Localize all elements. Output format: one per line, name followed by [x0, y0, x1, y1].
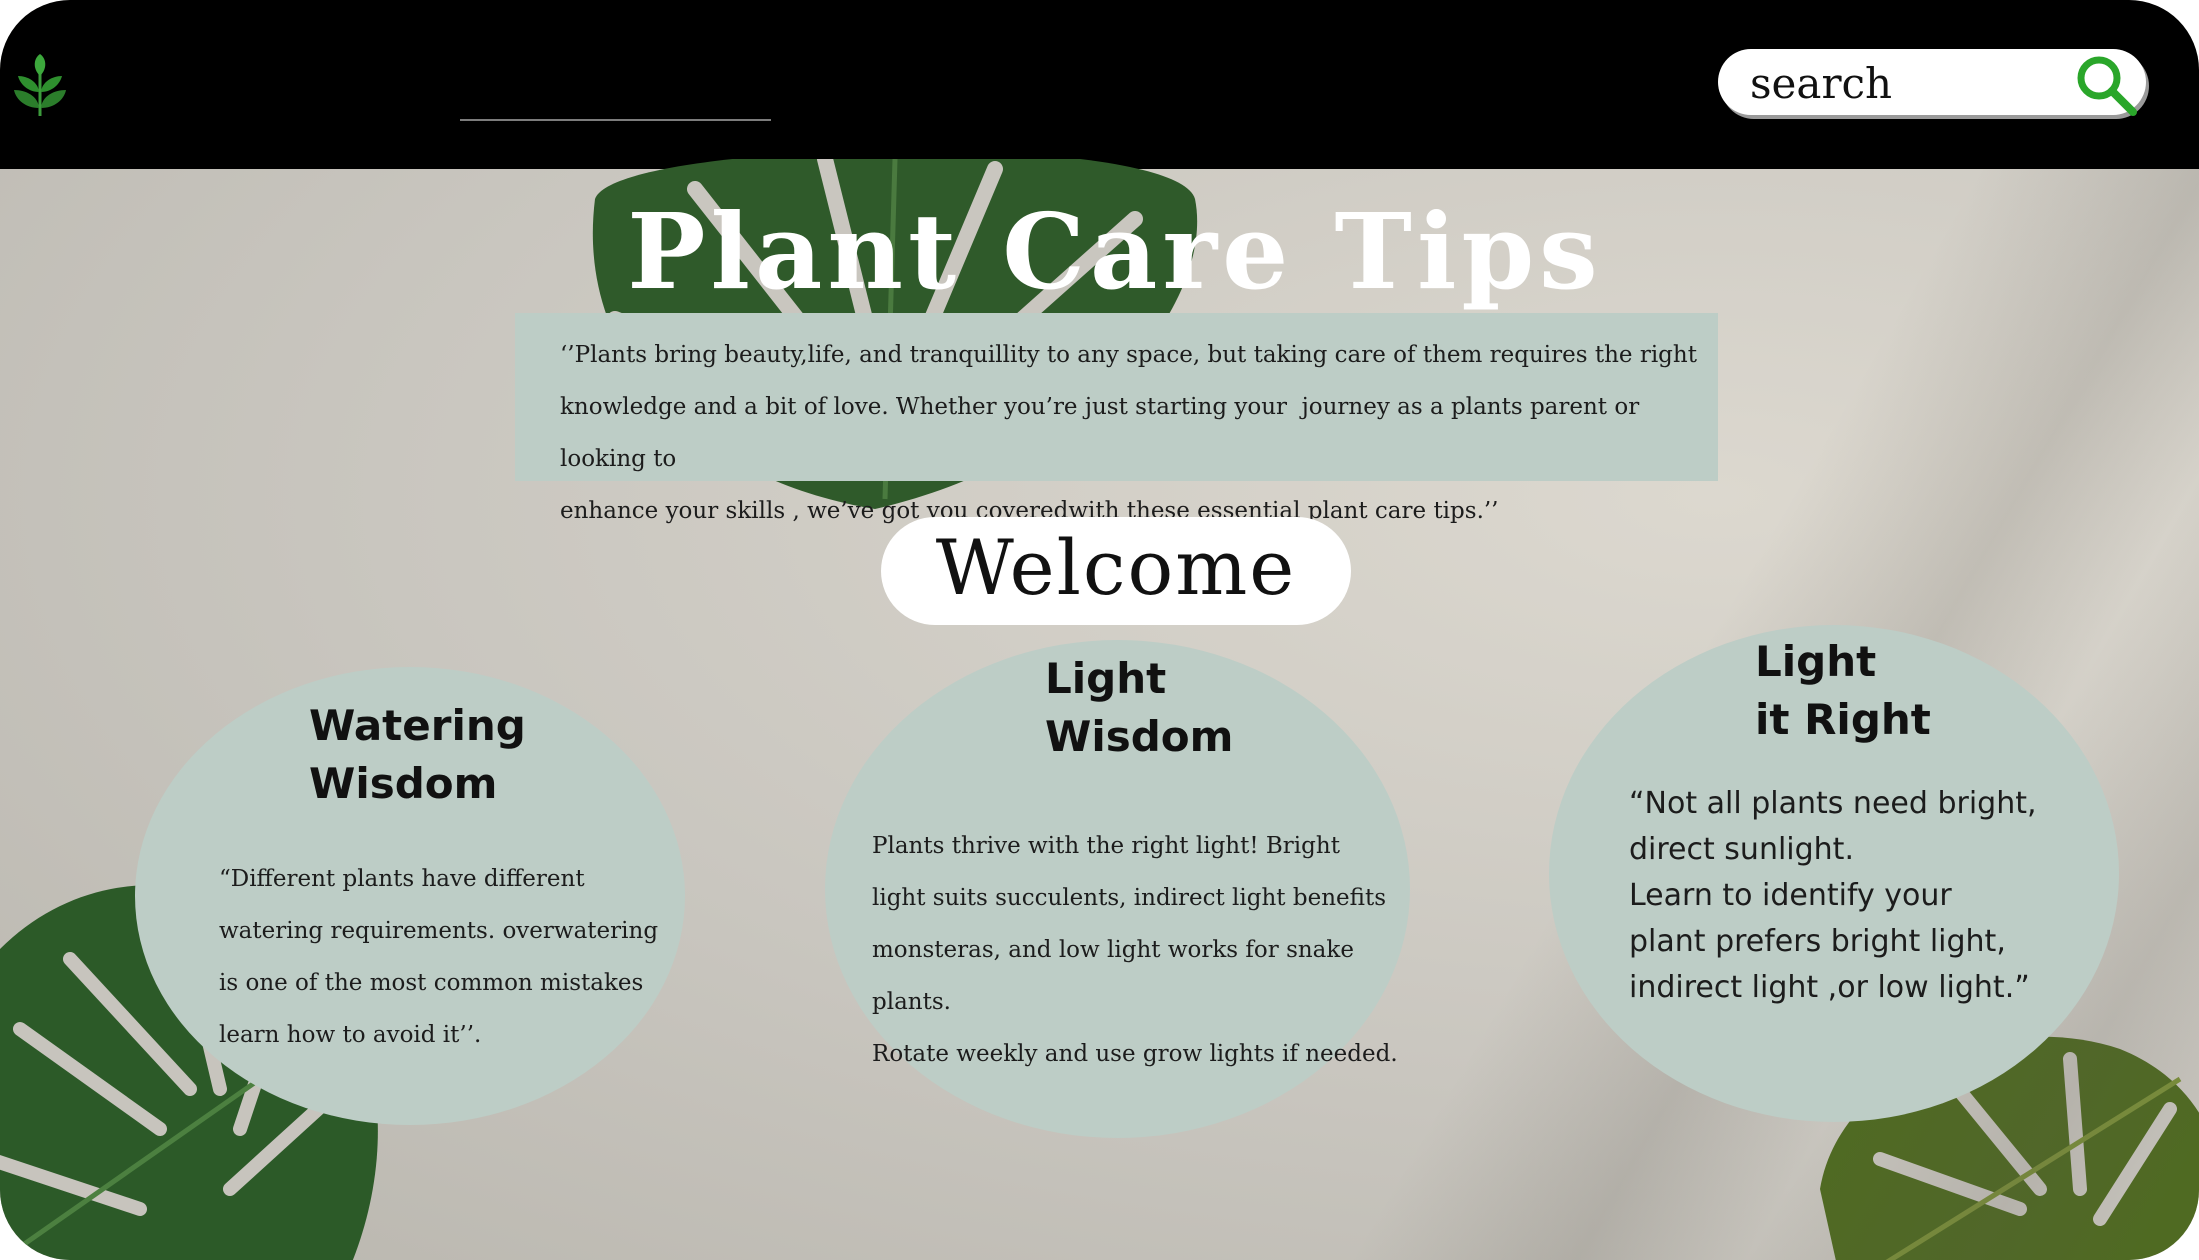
intro-box: ‘’Plants bring beauty,life, and tranquil…	[515, 313, 1718, 524]
card-light-wisdom[interactable]: Light Wisdom Plants thrive with the righ…	[825, 640, 1410, 1138]
card-light-it-right[interactable]: Light it Right “Not all plants need brig…	[1549, 625, 2119, 1122]
search-bar	[1718, 49, 2146, 118]
plant-logo-icon[interactable]	[12, 52, 68, 122]
card-title: Light it Right	[1755, 637, 1931, 744]
card-body: “Different plants have different waterin…	[219, 866, 659, 1048]
app-frame: Plant Care Tips ‘’Plants bring beauty,li…	[0, 0, 2199, 1260]
card-watering-wisdom[interactable]: Watering Wisdom “Different plants have d…	[135, 667, 685, 1125]
search-icon[interactable]	[2073, 52, 2139, 118]
nav-active-underline	[460, 119, 771, 121]
intro-text: ‘’Plants bring beauty,life, and tranquil…	[560, 342, 1697, 524]
top-navigation-bar	[0, 0, 2199, 169]
welcome-button[interactable]: Welcome	[881, 517, 1351, 625]
search-input[interactable]	[1748, 55, 2062, 111]
card-title: Watering Wisdom	[309, 701, 526, 808]
card-body: Plants thrive with the right light! Brig…	[872, 833, 1398, 1067]
card-body: “Not all plants need bright, direct sunl…	[1629, 786, 2037, 1005]
page-title: Plant Care Tips	[627, 190, 1603, 313]
welcome-label: Welcome	[935, 523, 1297, 612]
card-title: Light Wisdom	[1045, 654, 1234, 761]
